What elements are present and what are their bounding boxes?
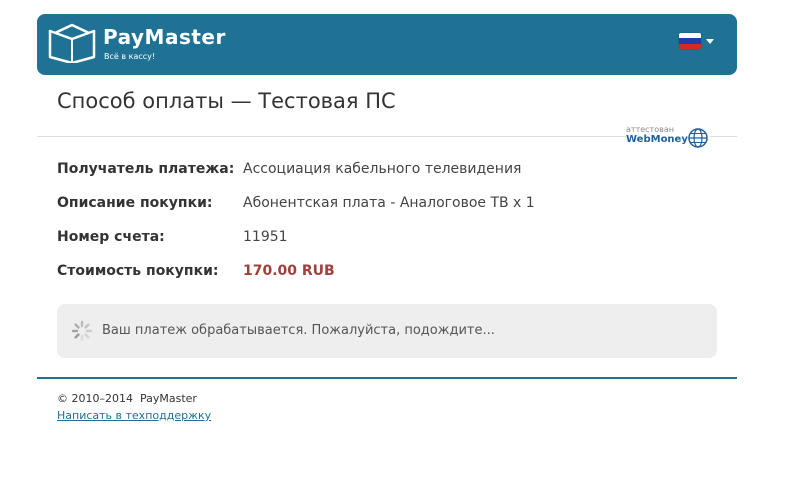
description-value: Абонентская плата - Аналоговое ТВ x 1	[243, 195, 535, 211]
recipient-label: Получатель платежа:	[57, 161, 235, 177]
caret-down-icon	[706, 39, 714, 44]
invoice-value: 11951	[243, 229, 288, 245]
logo-tagline: Всё в кассу!	[104, 52, 156, 61]
page-title: Способ оплаты — Тестовая ПС	[57, 89, 396, 113]
footer-divider	[37, 377, 737, 379]
amount-value: 170.00 RUB	[243, 263, 335, 279]
webmoney-badge-name: WebMoney	[626, 134, 688, 145]
webmoney-badge-caption: аттестован	[626, 125, 674, 134]
header-bar: PayMaster Всё в кассу!	[37, 14, 737, 75]
support-link[interactable]: Написать в техподдержку	[57, 409, 211, 422]
language-selector[interactable]	[679, 33, 719, 51]
ru-flag-icon	[679, 33, 701, 49]
description-label: Описание покупки:	[57, 195, 213, 211]
paymaster-logo[interactable]: PayMaster Всё в кассу!	[47, 23, 227, 69]
webmoney-globe-icon	[688, 128, 708, 148]
webmoney-attested-badge[interactable]: аттестован WebMoney	[626, 125, 710, 151]
copyright-text: © 2010–2014 PayMaster	[57, 392, 197, 405]
logo-name: PayMaster	[103, 25, 226, 49]
recipient-value: Ассоциация кабельного телевидения	[243, 161, 522, 177]
payment-page: PayMaster Всё в кассу! Способ оплаты — Т…	[0, 0, 796, 484]
open-book-logo-icon	[48, 23, 96, 63]
processing-status-text: Ваш платеж обрабатывается. Пожалуйста, п…	[102, 323, 495, 338]
processing-status-box: Ваш платеж обрабатывается. Пожалуйста, п…	[57, 304, 717, 358]
amount-label: Стоимость покупки:	[57, 263, 219, 279]
loading-spinner-icon	[71, 320, 93, 342]
invoice-label: Номер счета:	[57, 229, 165, 245]
